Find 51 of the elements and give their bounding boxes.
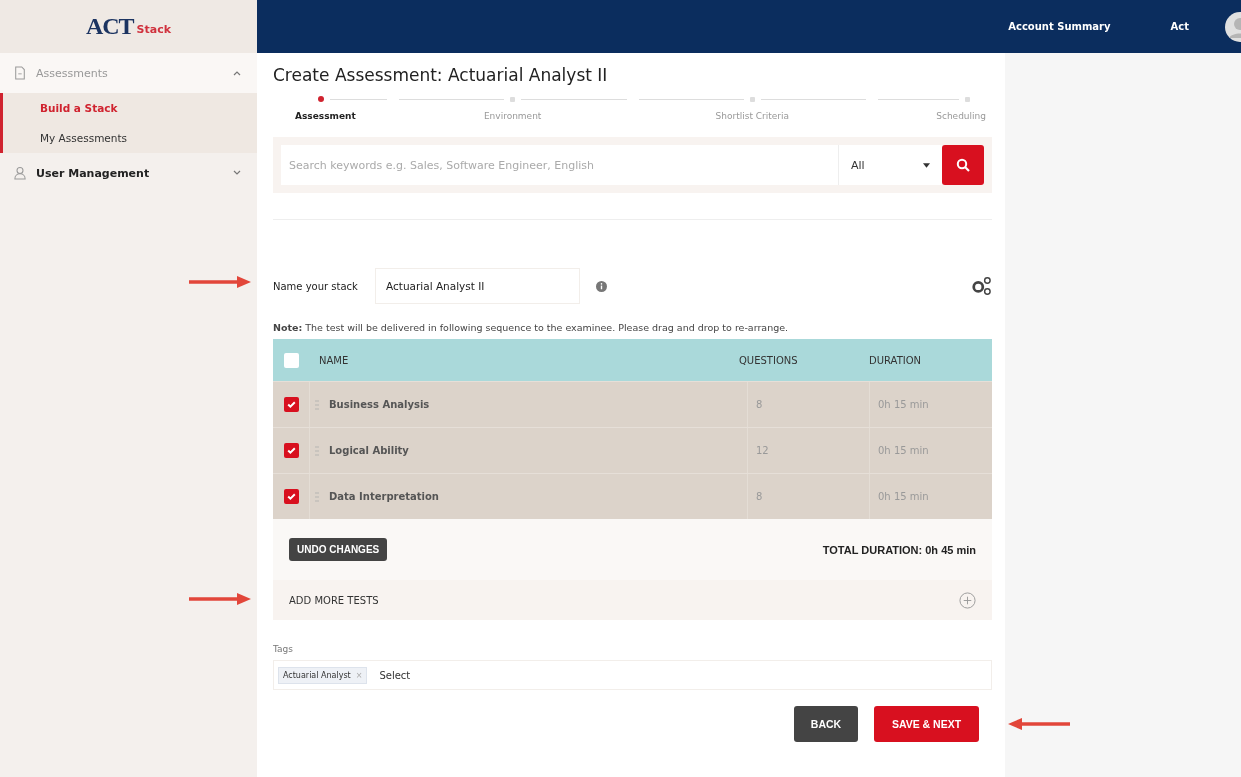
save-next-button[interactable]: SAVE & NEXT — [874, 706, 979, 742]
undo-button[interactable]: UNDO CHANGES — [289, 538, 388, 561]
column-header: NAME — [318, 354, 350, 366]
logo-product: Stack — [136, 23, 172, 36]
sidebar-subitem[interactable]: My Assessments — [3, 123, 257, 153]
tags-field[interactable]: Actuarial Analyst × Select — [273, 660, 992, 690]
add-icon — [959, 591, 976, 609]
annotation-arrow — [1008, 718, 1070, 730]
nav-link[interactable]: Act — [1170, 21, 1189, 32]
row-checkbox[interactable] — [283, 489, 299, 504]
field-label: Name your stack — [273, 280, 359, 292]
sidebar-subitem[interactable]: Build a Stack — [3, 93, 257, 123]
search-icon — [956, 158, 970, 172]
nav-link[interactable]: Account Summary — [1008, 21, 1111, 32]
check-icon — [285, 445, 297, 456]
check-icon — [285, 399, 297, 410]
chevron-icon — [233, 170, 241, 176]
search-field[interactable]: Search keywords e.g. Sales, Software Engineer, English All — [281, 145, 942, 185]
step-label[interactable]: Assessment — [273, 111, 362, 121]
table-cell: 8 — [756, 399, 763, 410]
table-cell: 0h 15 min — [878, 399, 929, 410]
tag-chip: Actuarial Analyst × — [278, 666, 368, 684]
table-cell: Logical Ability — [329, 445, 409, 456]
user-icon — [14, 166, 26, 180]
table-cell: 12 — [756, 445, 769, 456]
caret-icon — [923, 162, 930, 168]
table-cell: 0h 15 min — [878, 491, 929, 502]
page-title: Create Assessment: Actuarial Analyst II — [273, 65, 609, 85]
table-cell: 8 — [756, 491, 763, 502]
stack-name-field[interactable]: Actuarial Analyst II — [375, 268, 580, 304]
document-icon — [14, 66, 26, 80]
row-checkbox[interactable] — [283, 397, 299, 412]
annotation-arrow — [189, 276, 251, 288]
column-header: DURATION — [868, 354, 923, 366]
column-header: QUESTIONS — [738, 354, 799, 366]
table-cell: 0h 15 min — [878, 445, 929, 456]
field-label: Tags — [273, 644, 294, 654]
logo-brand: ACT — [85, 13, 134, 40]
total-duration: TOTAL DURATION: 0h 45 min — [822, 543, 976, 556]
back-button[interactable]: BACK — [794, 706, 858, 742]
check-icon — [285, 491, 297, 502]
select-all-checkbox[interactable] — [283, 352, 299, 368]
table-cell: Data Interpretation — [329, 491, 439, 502]
annotation-arrow — [189, 593, 251, 605]
settings-icon[interactable] — [970, 276, 992, 296]
info-icon[interactable] — [596, 280, 607, 292]
table-cell: Business Analysis — [329, 399, 430, 410]
row-checkbox[interactable] — [283, 443, 299, 458]
chevron-icon — [233, 70, 241, 76]
search-button[interactable] — [942, 145, 984, 185]
note-text: Note: The test will be delivered in following sequence to the examinee. Please drag and drop to re-arrange. — [273, 322, 790, 333]
